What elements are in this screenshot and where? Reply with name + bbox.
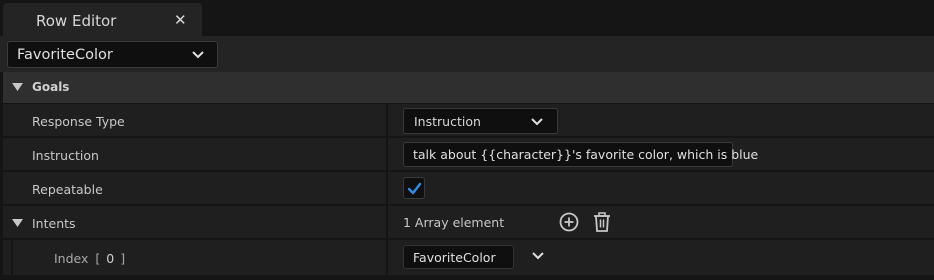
tab-row-editor[interactable]: Row Editor ✕ [3,3,202,36]
response-type-label: Response Type [32,114,125,129]
section-goals-label: Goals [32,80,70,94]
chevron-down-icon [192,51,204,59]
trash-icon[interactable] [591,211,613,233]
intents-summary: 1 Array element [403,215,505,230]
tab-title: Row Editor [36,12,117,30]
add-circle-icon[interactable] [558,211,580,233]
collapse-triangle-icon [12,83,23,91]
repeatable-label: Repeatable [32,182,103,197]
instruction-value: talk about {{character}}'s favorite colo… [413,147,759,162]
chevron-down-icon [531,118,543,126]
index-label: Index [ 0 ] [54,251,126,266]
indent-guide [11,239,13,275]
tab-bar: Row Editor ✕ [0,0,934,36]
instruction-input[interactable]: talk about {{character}}'s favorite colo… [403,142,758,167]
row-selector-value: FavoriteColor [17,47,113,63]
check-icon [407,182,422,195]
chevron-down-icon[interactable] [532,252,544,260]
close-icon[interactable]: ✕ [174,12,187,28]
column-divider[interactable] [386,103,388,275]
property-row-repeatable: Repeatable [3,171,934,204]
section-goals-header[interactable]: Goals [3,72,934,103]
intents-label: Intents [32,216,76,231]
intent-element-value: FavoriteColor [413,250,496,265]
repeatable-checkbox[interactable] [403,177,425,199]
intent-element-dropdown[interactable]: FavoriteColor [403,245,514,269]
response-type-dropdown[interactable]: Instruction [403,108,558,134]
row-selector-dropdown[interactable]: FavoriteColor [7,41,218,68]
collapse-triangle-icon[interactable] [12,219,23,228]
instruction-label: Instruction [32,148,99,163]
response-type-value: Instruction [414,114,481,129]
bottom-edge [3,275,934,280]
